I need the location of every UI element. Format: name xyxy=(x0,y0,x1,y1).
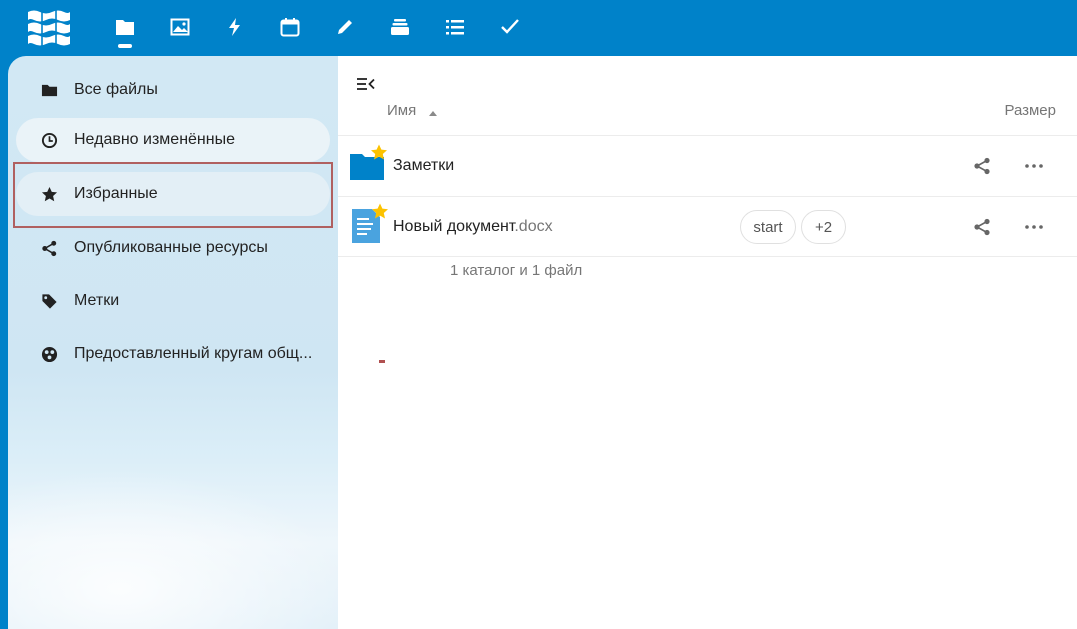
files-icon[interactable] xyxy=(110,12,140,44)
nav-all-files[interactable]: Все файлы xyxy=(16,68,330,112)
deck-icon[interactable] xyxy=(385,12,415,44)
column-header-size[interactable]: Размер xyxy=(1004,102,1056,119)
file-list-summary: 1 каталог и 1 файл xyxy=(450,262,583,279)
top-app-bar xyxy=(0,0,1077,56)
divider xyxy=(338,256,1077,257)
cursor-mark xyxy=(379,360,385,363)
nav-label: Предоставленный кругам общ... xyxy=(74,345,313,362)
active-app-indicator xyxy=(118,44,132,48)
notes-icon[interactable] xyxy=(330,12,360,44)
nav-label: Избранные xyxy=(74,185,158,202)
file-row[interactable]: Новый документ.docx start +2 xyxy=(338,197,1077,257)
photos-icon[interactable] xyxy=(165,12,195,44)
file-basename: Заметки xyxy=(393,157,455,174)
share-icon[interactable] xyxy=(970,154,994,178)
nav-label: Все файлы xyxy=(74,81,158,98)
activity-icon[interactable] xyxy=(220,12,250,44)
file-name[interactable]: Заметки xyxy=(393,157,454,175)
star-icon xyxy=(40,185,58,203)
more-actions-icon[interactable] xyxy=(1022,154,1046,178)
nav-tags[interactable]: Метки xyxy=(16,279,330,323)
tasks-list-icon[interactable] xyxy=(440,12,470,44)
more-actions-icon[interactable] xyxy=(1022,215,1046,239)
favorite-star-icon[interactable] xyxy=(371,203,389,225)
tag-pill[interactable]: start xyxy=(740,210,796,244)
column-header-name[interactable]: Имя xyxy=(387,102,416,119)
circles-icon xyxy=(40,345,58,363)
app-navigation: Все файлы Недавно изменённые Избранные О… xyxy=(8,56,338,629)
file-extension: .docx xyxy=(514,218,553,235)
nav-circles[interactable]: Предоставленный кругам общ... xyxy=(16,332,330,376)
nav-shared[interactable]: Опубликованные ресурсы xyxy=(16,226,330,270)
file-basename: Новый документ xyxy=(393,218,515,235)
share-icon xyxy=(40,239,58,257)
file-row[interactable]: Заметки xyxy=(338,136,1077,196)
sort-ascending-icon xyxy=(429,111,437,116)
nav-recent[interactable]: Недавно изменённые xyxy=(16,118,330,162)
nav-favorites[interactable]: Избранные xyxy=(16,172,330,216)
favorite-star-icon[interactable] xyxy=(370,144,388,166)
checkmark-icon[interactable] xyxy=(495,12,525,44)
file-list-view: Имя Размер Заметки Новый документ.docx s… xyxy=(338,56,1077,629)
nav-label: Недавно изменённые xyxy=(74,131,235,148)
nextcloud-logo[interactable] xyxy=(26,9,72,49)
folder-icon xyxy=(40,81,58,99)
tag-more-pill[interactable]: +2 xyxy=(801,210,846,244)
nav-label: Опубликованные ресурсы xyxy=(74,239,268,256)
clock-icon xyxy=(40,131,58,149)
calendar-icon[interactable] xyxy=(275,12,305,44)
share-icon[interactable] xyxy=(970,215,994,239)
tag-icon xyxy=(40,292,58,310)
nav-label: Метки xyxy=(74,292,120,309)
toggle-navigation-button[interactable] xyxy=(356,76,376,92)
file-name[interactable]: Новый документ.docx xyxy=(393,218,553,236)
